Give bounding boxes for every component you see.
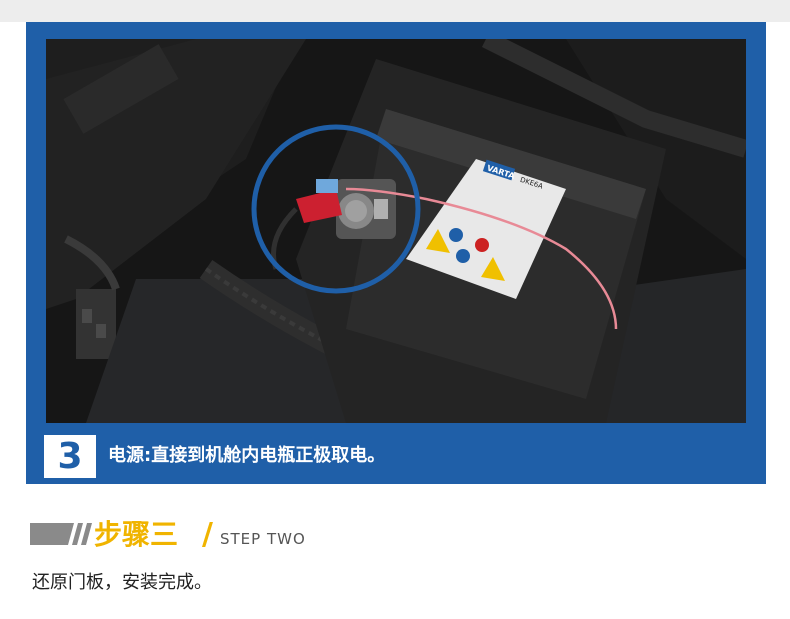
engine-bay-photo: VARTA DKE6A [46,39,746,423]
slash-bar-icon [30,523,92,545]
instruction-text: 还原门板，安装完成。 [32,572,212,593]
page: VARTA DKE6A 3 电源:直接到机舱内电瓶正极取电。 步骤三 / STE… [0,0,790,619]
photo-frame: VARTA DKE6A 3 电源:直接到机舱内电瓶正极取电。 [26,22,766,484]
step-title-cn: 步骤三 [94,518,179,551]
photo-caption: 电源:直接到机舱内电瓶正极取电。 [108,445,386,466]
top-strip [0,0,790,22]
step-number-badge: 3 [44,435,96,478]
caption-bar: 3 电源:直接到机舱内电瓶正极取电。 [26,429,766,484]
step-title-en: STEP TWO [220,530,306,548]
engine-bay-illustration: VARTA DKE6A [46,39,746,423]
step-separator: / [202,517,213,552]
step-header: 步骤三 / STEP TWO [30,516,770,556]
